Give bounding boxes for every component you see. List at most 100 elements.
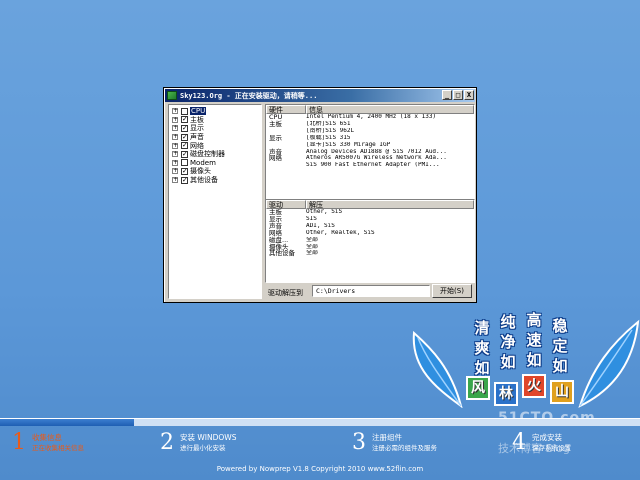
logo-slogan-char: 如 — [474, 359, 490, 377]
installer-window: Sky123.Org - 正在安装驱动，请稍等... _ □ X + CPU + ✓ 主… — [163, 87, 477, 303]
expand-icon[interactable]: + — [172, 168, 178, 175]
logo-slogan-char: 定 — [552, 337, 568, 355]
tree-item[interactable]: + ✓ 其他设备 — [169, 176, 261, 185]
driver-list[interactable]: 驱动 解压 主板 Other, SiS 显示 SIS 声音 ADI, SiS 网络 Other… — [265, 199, 475, 283]
expand-icon[interactable]: + — [172, 151, 178, 158]
table-row[interactable]: 声音 Analog Devices AD1888 @ SiS 7012 Aud..… — [266, 148, 474, 156]
hardware-cell — [266, 162, 306, 169]
table-row[interactable]: 网络 Atheros AR5007G Wireless Network Ada..… — [266, 155, 474, 162]
install-step: 3 注册组件 注册必需的组件及服务 — [352, 431, 437, 455]
start-button[interactable]: 开始(S) — [432, 284, 472, 298]
logo-slogan-char: 稳 — [552, 317, 568, 335]
table-row[interactable]: [南桥]SiS 962L — [266, 128, 474, 135]
table-row[interactable]: 磁盘... 全部 — [266, 236, 474, 244]
table-row[interactable]: 显示 [板载]SiS 315 — [266, 133, 474, 142]
logo-tile: 山 — [550, 380, 574, 404]
hardware-rows: CPU Intel Pentium 4, 2400 MHz (18 x 133) 主… — [266, 114, 474, 169]
col-extract[interactable]: 解压 — [306, 200, 474, 209]
driver-cell: 其他设备 — [269, 249, 295, 258]
device-checkbox[interactable]: ✓ — [181, 133, 188, 141]
table-row[interactable]: CPU Intel Pentium 4, 2400 MHz (18 x 133) — [266, 114, 474, 121]
logo-slogan-char: 速 — [526, 331, 542, 349]
extract-cell: 全部 — [306, 243, 319, 250]
install-progress-bar — [0, 418, 640, 426]
driver-rows: 主板 Other, SiS 显示 SIS 声音 ADI, SiS 网络 Other, Real… — [266, 209, 474, 257]
col-info[interactable]: 信息 — [306, 105, 474, 114]
tree-item[interactable]: + ✓ 主板 — [169, 116, 261, 125]
logo-tile: 风 — [466, 376, 490, 400]
device-tree[interactable]: + CPU + ✓ 主板 + ✓ 显示 + ✓ 声音 + ✓ 网络 + ✓ 磁盘控制器 + Modem + ✓ 摄像头 + ✓… — [168, 104, 262, 299]
extract-cell: ADI, SiS — [306, 222, 335, 229]
extract-cell: SIS — [306, 215, 317, 222]
expand-icon[interactable]: + — [172, 159, 178, 166]
extract-cell: 全部 — [306, 236, 319, 243]
table-row[interactable]: 摄像头 全部 — [266, 243, 474, 251]
table-row[interactable]: 其他设备 全部 — [266, 250, 474, 257]
table-row[interactable]: 主板 [北桥]SiS 651 — [266, 121, 474, 128]
step-text: 完成安装 保存系统设置 — [532, 431, 571, 453]
step-number: 1 — [12, 430, 26, 455]
logo-slogan-char: 清 — [474, 319, 490, 337]
logo-slogan-char: 如 — [552, 357, 568, 375]
hardware-list-header: 硬件 信息 — [266, 105, 474, 114]
tree-item[interactable]: + ✓ 磁盘控制器 — [169, 150, 261, 159]
step-subtitle: 保存系统设置 — [532, 444, 571, 452]
minimize-button[interactable]: _ — [442, 90, 452, 100]
logo-tile: 火 — [522, 374, 546, 398]
tree-item[interactable]: + CPU — [169, 107, 261, 116]
expand-icon[interactable]: + — [172, 116, 178, 123]
hardware-cell: 主板 — [269, 119, 282, 128]
step-title: 安装 WINDOWS — [180, 433, 237, 442]
extract-path-input[interactable]: C:\Drivers — [312, 285, 430, 297]
device-checkbox[interactable] — [181, 159, 188, 167]
step-number: 4 — [512, 430, 526, 455]
close-button[interactable]: X — [464, 90, 474, 100]
device-checkbox[interactable]: ✓ — [181, 124, 188, 132]
table-row[interactable]: 声音 ADI, SiS — [266, 222, 474, 230]
info-cell: Intel Pentium 4, 2400 MHz (18 x 133) — [306, 114, 437, 120]
table-row[interactable]: 网络 Other, Realtek, SiS — [266, 229, 474, 237]
table-row[interactable]: 显示 SIS — [266, 216, 474, 223]
hardware-cell: 显示 — [269, 133, 282, 142]
tree-item[interactable]: + ✓ 网络 — [169, 141, 261, 150]
expand-icon[interactable]: + — [172, 108, 178, 115]
info-cell: [南桥]SiS 962L — [306, 127, 355, 134]
tree-item[interactable]: + ✓ 声音 — [169, 133, 261, 142]
device-checkbox[interactable]: ✓ — [181, 150, 188, 158]
hardware-cell: 网络 — [269, 154, 282, 163]
install-step: 2 安装 WINDOWS 进行最小化安装 — [160, 431, 236, 455]
logo: 清爽如纯净如高速如稳定如 风林火山 — [400, 310, 640, 420]
feather-right-icon — [578, 319, 640, 408]
device-checkbox[interactable]: ✓ — [181, 167, 188, 175]
feather-left-icon — [412, 330, 463, 408]
table-row[interactable]: [显卡]SiS 330 Mirage IGP — [266, 142, 474, 149]
tree-item[interactable]: + Modem — [169, 159, 261, 168]
logo-slogan-char: 高 — [526, 311, 542, 329]
logo-slogan-char: 如 — [500, 353, 516, 371]
tree-item-label: 主板 — [190, 115, 204, 124]
step-subtitle: 正在收集相关信息 — [32, 444, 84, 452]
expand-icon[interactable]: + — [172, 142, 178, 149]
title-bar[interactable]: Sky123.Org - 正在安装驱动，请稍等... _ □ X — [165, 89, 475, 102]
install-steps: 1 收集信息 正在收集相关信息 2 安装 WINDOWS 进行最小化安装 3 注册组件 注册必需… — [0, 427, 640, 463]
maximize-button[interactable]: □ — [453, 90, 463, 100]
table-row[interactable]: SiS 900 Fast Ethernet Adapter (PMI... — [266, 162, 474, 169]
info-cell: [板载]SiS 315 — [306, 134, 351, 141]
tree-item-label: Modem — [190, 158, 216, 167]
info-cell: [北桥]SiS 651 — [306, 120, 351, 127]
step-number: 3 — [352, 430, 366, 455]
info-cell: [显卡]SiS 330 Mirage IGP — [306, 141, 391, 148]
table-row[interactable]: 主板 Other, SiS — [266, 209, 474, 216]
device-checkbox[interactable]: ✓ — [181, 142, 188, 150]
expand-icon[interactable]: + — [172, 134, 178, 141]
tree-item-label: CPU — [190, 107, 207, 116]
device-checkbox[interactable] — [181, 107, 188, 115]
expand-icon[interactable]: + — [172, 177, 178, 184]
step-text: 安装 WINDOWS 进行最小化安装 — [180, 431, 236, 453]
tree-item[interactable]: + ✓ 显示 — [169, 124, 261, 133]
device-checkbox[interactable]: ✓ — [181, 176, 188, 184]
tree-item[interactable]: + ✓ 摄像头 — [169, 167, 261, 176]
step-subtitle: 进行最小化安装 — [180, 444, 226, 452]
expand-icon[interactable]: + — [172, 125, 178, 132]
device-checkbox[interactable]: ✓ — [181, 116, 188, 124]
